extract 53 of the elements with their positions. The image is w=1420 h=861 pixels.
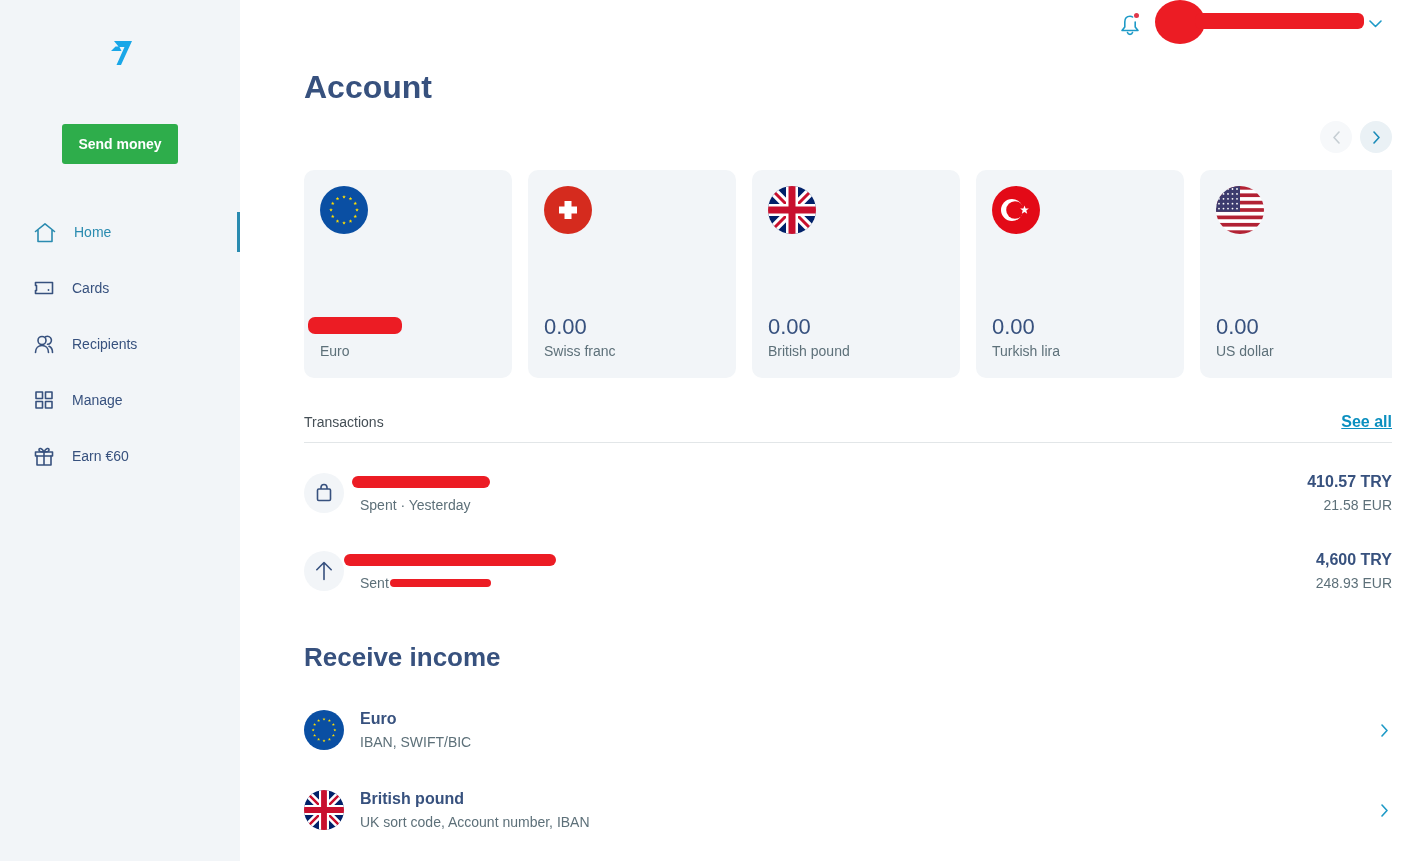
chevron-down-icon[interactable] bbox=[1369, 19, 1382, 28]
uk-flag-icon bbox=[304, 790, 344, 830]
section-label: Transactions bbox=[304, 413, 384, 432]
currency-title: Euro bbox=[360, 709, 398, 729]
sidebar-nav-item[interactable]: Home bbox=[0, 212, 240, 252]
uk-flag-icon bbox=[768, 186, 816, 234]
converted-amount: 21.58 EUR bbox=[1323, 496, 1392, 515]
chevron-right-icon bbox=[1372, 130, 1380, 144]
currency-card[interactable]: Euro bbox=[304, 170, 512, 378]
turkish-flag-icon bbox=[992, 186, 1040, 234]
currency-title: British pound bbox=[360, 789, 465, 809]
page-title: Account bbox=[304, 68, 433, 106]
us-flag-icon bbox=[1216, 186, 1264, 234]
balance-amount: 0.00 bbox=[992, 313, 1035, 341]
currency-card[interactable]: 0.00 Turkish lira bbox=[976, 170, 1184, 378]
next-button[interactable] bbox=[1360, 121, 1392, 153]
swiss-flag-icon bbox=[544, 186, 592, 234]
arrow-up-icon bbox=[304, 551, 344, 591]
transaction-amount: 4,600 TRY bbox=[1316, 550, 1392, 570]
currency-card[interactable]: 0.00 US dollar bbox=[1200, 170, 1392, 378]
balance-amount: 0.00 bbox=[768, 313, 811, 341]
transaction-detail: Sent bbox=[360, 573, 389, 593]
shopping-bag-icon bbox=[304, 473, 344, 513]
sidebar-nav-item[interactable]: Manage bbox=[0, 380, 240, 420]
account-details-text: UK sort code, Account number, IBAN bbox=[360, 813, 590, 832]
grid-icon bbox=[34, 390, 54, 410]
chevron-left-icon bbox=[1332, 130, 1340, 144]
balance-amount: 0.00 bbox=[1216, 313, 1259, 341]
balance-amount: 0.00 bbox=[544, 313, 587, 341]
gift-icon bbox=[34, 446, 54, 466]
currency-card[interactable]: 0.00 Swiss franc bbox=[528, 170, 736, 378]
account-details-text: IBAN, SWIFT/BIC bbox=[360, 733, 472, 752]
currency-name: British pound bbox=[768, 342, 850, 361]
currency-name: Swiss franc bbox=[544, 342, 616, 361]
eu-flag-icon bbox=[304, 710, 344, 750]
home-icon bbox=[34, 221, 56, 243]
currency-name: Euro bbox=[320, 342, 350, 361]
sidebar-nav-item[interactable]: Recipients bbox=[0, 324, 240, 364]
currency-card[interactable]: 0.00 British pound bbox=[752, 170, 960, 378]
transaction-amount: 410.57 TRY bbox=[1307, 472, 1392, 492]
see-all-link[interactable]: See all bbox=[1341, 410, 1392, 434]
currency-name: US dollar bbox=[1216, 342, 1274, 361]
section-heading: Receive income bbox=[304, 641, 502, 673]
eu-flag-icon bbox=[320, 186, 368, 234]
currency-name: Turkish lira bbox=[992, 342, 1060, 361]
people-icon bbox=[34, 334, 54, 354]
transaction-detail: Spent · Yesterday bbox=[360, 495, 471, 515]
bell-icon[interactable] bbox=[1120, 13, 1140, 36]
chevron-right-icon[interactable] bbox=[1381, 723, 1388, 737]
sidebar-nav-item[interactable]: Cards bbox=[0, 268, 240, 308]
chevron-right-icon[interactable] bbox=[1381, 803, 1388, 817]
converted-amount: 248.93 EUR bbox=[1315, 574, 1392, 593]
sidebar-nav-item[interactable]: Earn €60 bbox=[0, 436, 240, 476]
